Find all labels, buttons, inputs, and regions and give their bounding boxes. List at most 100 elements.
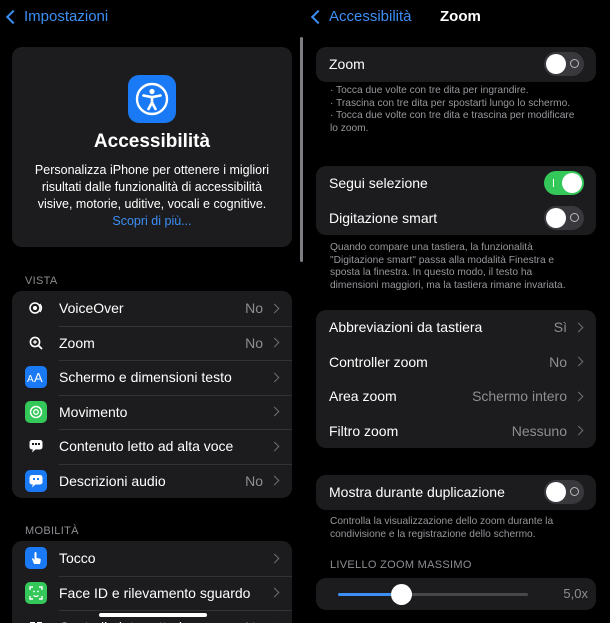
back-label: Impostazioni: [24, 8, 109, 25]
mobilita-section-label: MOBILITÀ: [25, 525, 79, 537]
mobilita-item-value: No: [245, 619, 263, 623]
chevron-right-icon: [573, 322, 584, 333]
zoom-option-row[interactable]: Area zoom Schermo intero: [316, 379, 596, 414]
voiceover-icon: [25, 297, 47, 320]
vista-item-row[interactable]: VoiceOver No: [12, 291, 292, 326]
mirror-label: Mostra durante duplicazione: [329, 484, 505, 501]
accessibility-hero-card: Accessibilità Personalizza iPhone per ot…: [12, 47, 292, 247]
zoom-option-label: Area zoom: [329, 388, 397, 405]
mirror-group: Mostra durante duplicazione: [316, 475, 596, 510]
zoom-option-label: Abbreviazioni da tastiera: [329, 319, 483, 336]
vista-item-row[interactable]: Movimento: [12, 394, 292, 430]
mobilita-item-row[interactable]: Tocco: [12, 541, 292, 576]
mobilita-item-label: Controllo interruttori: [59, 619, 245, 623]
chevron-right-icon: [573, 425, 584, 436]
vista-item-value: No: [245, 300, 263, 317]
zoom-option-value: No: [549, 353, 567, 370]
zoom-toggle-row: Zoom: [316, 47, 596, 82]
touch-icon: [25, 547, 47, 570]
left-navbar: Impostazioni: [0, 0, 305, 34]
smart-typing-row: Digitazione smart: [316, 201, 596, 236]
vista-item-row[interactable]: Contenuto letto ad alta voce: [12, 429, 292, 464]
vista-item-label: VoiceOver: [59, 300, 124, 317]
vista-item-label: Descrizioni audio: [59, 472, 166, 489]
motion-icon: [25, 400, 47, 423]
zoom-option-label: Controller zoom: [329, 353, 428, 370]
smart-typing-note: Quando compare una tastiera, la funziona…: [330, 242, 566, 291]
mobilita-item-row[interactable]: Face ID e rilevamento sguardo: [12, 575, 292, 611]
accessibility-pane: Impostazioni Accessibilità Personalizza …: [0, 0, 305, 623]
zoom-toggle-group: Zoom: [316, 47, 596, 82]
home-indicator: [99, 613, 207, 617]
chevron-right-icon: [269, 441, 280, 452]
chevron-right-icon: [269, 303, 280, 314]
max-zoom-slider-thumb[interactable]: [390, 584, 412, 605]
max-zoom-slider-track[interactable]: [338, 584, 528, 605]
zoom-option-value: Sì: [553, 319, 567, 336]
chevron-right-icon: [269, 337, 280, 348]
vista-item-label: Zoom: [59, 334, 95, 351]
zoom-options-group: Abbreviazioni da tastiera Sì Controller zo…: [316, 310, 596, 448]
hero-description: Personalizza iPhone per ottenere i migli…: [34, 163, 270, 228]
mobilita-item-label: Tocco: [59, 550, 96, 567]
mobilita-group: Tocco Face ID e rilevamento sguardo Contro…: [12, 541, 292, 623]
zoom-instruction-item: · Trascina con tre dita per spostarti lu…: [330, 97, 571, 109]
mirror-row: Mostra durante duplicazione: [316, 475, 596, 510]
switch-control-icon: [25, 616, 47, 623]
zoom-option-row[interactable]: Controller zoom No: [316, 345, 596, 380]
vista-item-row[interactable]: Descrizioni audio No: [12, 463, 292, 499]
back-to-settings-button[interactable]: Impostazioni: [5, 8, 109, 25]
right-navbar: Accessibilità Zoom: [305, 0, 610, 34]
zoom-option-label: Filtro zoom: [329, 422, 399, 439]
zoom-option-row[interactable]: Filtro zoom Nessuno: [316, 414, 596, 449]
chevron-right-icon: [269, 587, 280, 598]
svg-text:A: A: [27, 374, 34, 384]
chevron-left-icon: [5, 9, 21, 24]
zoom-option-row[interactable]: Abbreviazioni da tastiera Sì: [316, 310, 596, 345]
mobilita-item-label: Face ID e rilevamento sguardo: [59, 584, 251, 601]
zoom-option-value: Nessuno: [511, 422, 567, 439]
learn-more-link[interactable]: Scopri di più...: [112, 214, 191, 228]
chevron-right-icon: [573, 391, 584, 402]
zoom-icon: [25, 331, 47, 354]
vista-item-label: Movimento: [59, 403, 128, 420]
follow-focus-row: Segui selezione: [316, 166, 596, 201]
vista-item-row[interactable]: A A Schermo e dimensioni testo: [12, 360, 292, 395]
chevron-right-icon: [269, 553, 280, 564]
zoom-instructions: · Tocca due volte con tre dita per ingra…: [330, 85, 575, 135]
zoom-option-value: Schermo intero: [472, 388, 567, 405]
mirror-note: Controlla la visualizzazione dello zoom …: [330, 516, 554, 540]
spoken-content-icon: [25, 435, 47, 458]
vista-item-value: No: [245, 334, 263, 351]
zoom-toggle-label: Zoom: [329, 56, 365, 73]
accessibility-icon: [128, 75, 176, 123]
vista-item-value: No: [245, 472, 263, 489]
vista-section-label: VISTA: [25, 275, 58, 287]
max-zoom-label: LIVELLO ZOOM MASSIMO: [330, 559, 472, 571]
page-title: Zoom: [440, 8, 481, 25]
svg-text:A: A: [34, 370, 43, 384]
vista-item-label: Contenuto letto ad alta voce: [59, 438, 234, 455]
mirror-toggle[interactable]: [544, 480, 584, 505]
faceid-icon: [25, 581, 47, 604]
chevron-right-icon: [573, 356, 584, 367]
zoom-toggle[interactable]: [544, 52, 584, 77]
vista-item-label: Schermo e dimensioni testo: [59, 369, 232, 386]
max-zoom-value: 5,0x: [563, 586, 588, 601]
follow-focus-label: Segui selezione: [329, 175, 428, 192]
scroll-indicator: [300, 37, 303, 262]
smart-typing-label: Digitazione smart: [329, 209, 438, 226]
chevron-right-icon: [269, 372, 280, 383]
zoom-instruction-item: · Tocca due volte con tre dita e trascin…: [330, 110, 575, 134]
smart-typing-toggle[interactable]: [544, 205, 584, 230]
vista-group: VoiceOver No Zoom No A A Schermo e dimensioni …: [12, 291, 292, 498]
text-size-icon: AA: [25, 366, 47, 389]
chevron-right-icon: [269, 475, 280, 486]
max-zoom-slider-card: 5,0x: [316, 578, 596, 610]
zoom-instruction-item: · Tocca due volte con tre dita per ingra…: [330, 85, 529, 96]
chevron-right-icon: [269, 406, 280, 417]
vista-item-row[interactable]: Zoom No: [12, 325, 292, 361]
focus-typing-group: Segui selezione Digitazione smart: [316, 166, 596, 235]
follow-focus-toggle[interactable]: [544, 171, 584, 196]
hero-title: Accessibilità: [93, 131, 211, 152]
